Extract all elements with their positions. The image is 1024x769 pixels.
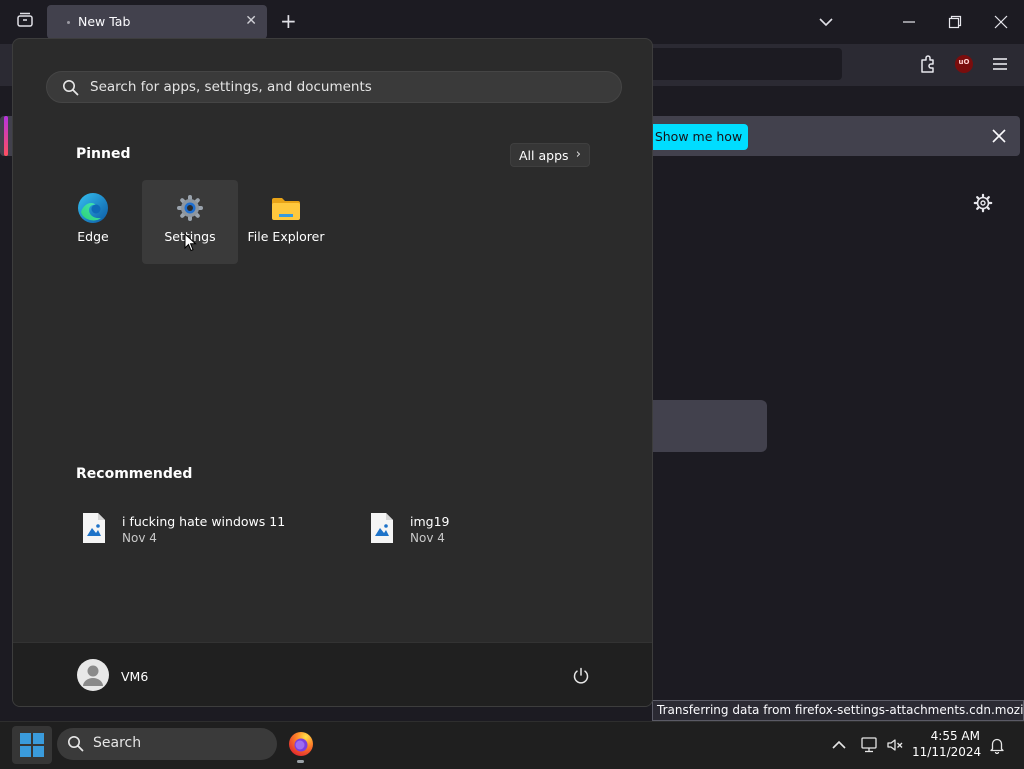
power-icon[interactable] [571,666,591,686]
tab-list-icon[interactable] [16,11,34,29]
pinned-app-file-explorer[interactable]: File Explorer [238,180,334,264]
browser-tab[interactable]: New Tab ✕ [47,5,267,39]
search-icon [68,736,84,752]
clock-date[interactable]: 11/11/2024 [912,745,981,759]
ublock-origin-icon[interactable]: uO [955,55,973,73]
network-icon[interactable] [860,736,878,754]
start-search-input[interactable]: Search for apps, settings, and documents [46,71,622,103]
folder-icon [272,198,300,220]
notification-bell-icon[interactable] [988,736,1006,754]
recommended-heading: Recommended [76,466,193,482]
start-footer [13,642,652,706]
image-file-icon [83,513,105,543]
user-icon [83,665,103,686]
tab-close-icon[interactable]: ✕ [245,13,257,29]
hamburger-menu-icon[interactable] [991,55,1009,73]
tab-dot [67,21,70,24]
content-card[interactable] [640,400,767,452]
extensions-icon[interactable] [918,54,938,74]
pinned-app-label: File Explorer [247,229,325,244]
start-button[interactable] [12,726,52,764]
taskbar-search-label: Search [93,735,142,751]
pinned-app-edge[interactable]: Edge [45,180,141,264]
gear-icon [177,195,203,221]
notification-accent [4,116,8,156]
image-file-icon [371,513,393,543]
tab-title: New Tab [78,14,131,29]
mouse-cursor-icon [184,233,197,252]
recommended-item[interactable]: i fucking hate windows 11 Nov 4 [82,512,312,546]
search-icon [63,80,79,96]
edge-icon [78,193,108,223]
taskbar-search[interactable]: Search [57,728,277,760]
windows-logo-icon [20,733,44,757]
recommended-item-name: img19 [410,514,450,529]
new-tab-icon[interactable]: + [280,9,297,33]
notification-close-icon[interactable] [991,128,1007,144]
pinned-app-label: Edge [77,229,109,244]
start-menu: Search for apps, settings, and documents… [12,38,653,707]
status-panel: Transferring data from firefox-settings-… [652,700,1024,721]
search-placeholder: Search for apps, settings, and documents [90,79,372,95]
user-avatar[interactable] [77,659,109,691]
list-all-tabs-chevron-icon[interactable] [818,14,834,30]
firefox-icon[interactable] [288,731,314,757]
clock-time[interactable]: 4:55 AM [912,729,980,743]
all-apps-label: All apps [519,148,569,163]
restore-icon[interactable] [948,15,962,29]
show-hidden-icons-chevron-icon[interactable] [830,736,848,754]
user-name[interactable]: VM6 [121,669,148,684]
recommended-item-date: Nov 4 [122,531,157,545]
customize-gear-icon[interactable] [973,193,993,213]
minimize-icon[interactable] [902,15,916,29]
show-me-how-button[interactable]: Show me how [649,124,748,150]
all-apps-button[interactable]: All apps › [510,143,590,167]
close-window-icon[interactable] [994,15,1008,29]
chevron-right-icon: › [575,147,581,162]
running-indicator [297,760,304,763]
recommended-item-name: i fucking hate windows 11 [122,514,286,529]
recommended-item-date: Nov 4 [410,531,445,545]
volume-muted-icon[interactable] [886,736,904,754]
pinned-heading: Pinned [76,146,131,162]
recommended-item[interactable]: img19 Nov 4 [370,512,600,546]
